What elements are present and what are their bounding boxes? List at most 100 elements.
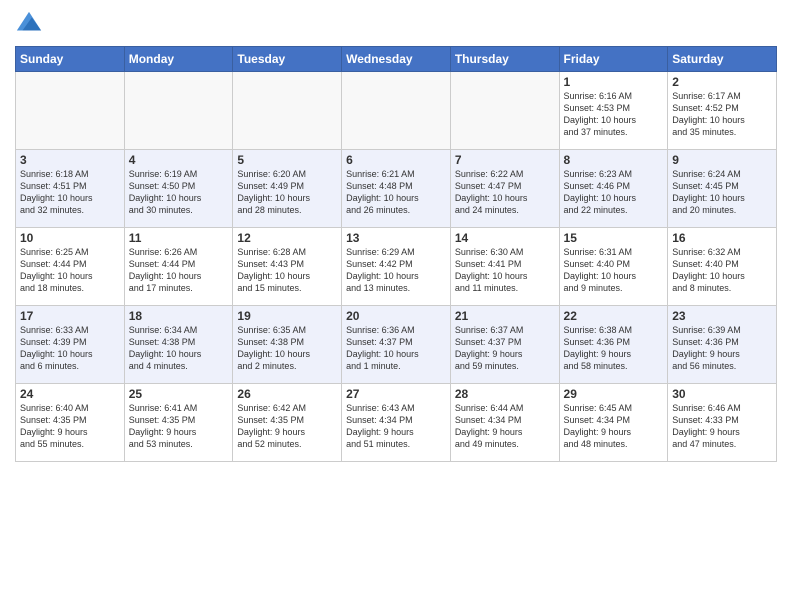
day-info: Sunrise: 6:29 AM Sunset: 4:42 PM Dayligh… (346, 246, 446, 295)
day-info: Sunrise: 6:21 AM Sunset: 4:48 PM Dayligh… (346, 168, 446, 217)
day-number: 15 (564, 231, 664, 245)
calendar-day-cell: 2Sunrise: 6:17 AM Sunset: 4:52 PM Daylig… (668, 72, 777, 150)
calendar-day-cell: 20Sunrise: 6:36 AM Sunset: 4:37 PM Dayli… (342, 306, 451, 384)
calendar-week-row: 24Sunrise: 6:40 AM Sunset: 4:35 PM Dayli… (16, 384, 777, 462)
calendar-day-cell (450, 72, 559, 150)
day-info: Sunrise: 6:46 AM Sunset: 4:33 PM Dayligh… (672, 402, 772, 451)
day-info: Sunrise: 6:16 AM Sunset: 4:53 PM Dayligh… (564, 90, 664, 139)
day-number: 17 (20, 309, 120, 323)
day-info: Sunrise: 6:38 AM Sunset: 4:36 PM Dayligh… (564, 324, 664, 373)
day-number: 30 (672, 387, 772, 401)
day-info: Sunrise: 6:45 AM Sunset: 4:34 PM Dayligh… (564, 402, 664, 451)
calendar-day-cell: 25Sunrise: 6:41 AM Sunset: 4:35 PM Dayli… (124, 384, 233, 462)
calendar-day-cell: 27Sunrise: 6:43 AM Sunset: 4:34 PM Dayli… (342, 384, 451, 462)
calendar-day-cell: 6Sunrise: 6:21 AM Sunset: 4:48 PM Daylig… (342, 150, 451, 228)
day-info: Sunrise: 6:41 AM Sunset: 4:35 PM Dayligh… (129, 402, 229, 451)
day-number: 2 (672, 75, 772, 89)
day-number: 3 (20, 153, 120, 167)
calendar-week-row: 3Sunrise: 6:18 AM Sunset: 4:51 PM Daylig… (16, 150, 777, 228)
day-number: 16 (672, 231, 772, 245)
day-info: Sunrise: 6:30 AM Sunset: 4:41 PM Dayligh… (455, 246, 555, 295)
day-number: 24 (20, 387, 120, 401)
day-info: Sunrise: 6:19 AM Sunset: 4:50 PM Dayligh… (129, 168, 229, 217)
calendar-day-cell: 3Sunrise: 6:18 AM Sunset: 4:51 PM Daylig… (16, 150, 125, 228)
calendar-day-cell: 16Sunrise: 6:32 AM Sunset: 4:40 PM Dayli… (668, 228, 777, 306)
day-info: Sunrise: 6:40 AM Sunset: 4:35 PM Dayligh… (20, 402, 120, 451)
calendar-day-cell: 11Sunrise: 6:26 AM Sunset: 4:44 PM Dayli… (124, 228, 233, 306)
calendar-day-cell: 30Sunrise: 6:46 AM Sunset: 4:33 PM Dayli… (668, 384, 777, 462)
day-info: Sunrise: 6:35 AM Sunset: 4:38 PM Dayligh… (237, 324, 337, 373)
calendar-day-cell: 17Sunrise: 6:33 AM Sunset: 4:39 PM Dayli… (16, 306, 125, 384)
calendar-day-cell: 23Sunrise: 6:39 AM Sunset: 4:36 PM Dayli… (668, 306, 777, 384)
header (15, 10, 777, 38)
calendar-col-header: Thursday (450, 47, 559, 72)
day-number: 18 (129, 309, 229, 323)
calendar-col-header: Saturday (668, 47, 777, 72)
day-info: Sunrise: 6:20 AM Sunset: 4:49 PM Dayligh… (237, 168, 337, 217)
calendar-week-row: 10Sunrise: 6:25 AM Sunset: 4:44 PM Dayli… (16, 228, 777, 306)
calendar-week-row: 1Sunrise: 6:16 AM Sunset: 4:53 PM Daylig… (16, 72, 777, 150)
day-info: Sunrise: 6:24 AM Sunset: 4:45 PM Dayligh… (672, 168, 772, 217)
day-number: 1 (564, 75, 664, 89)
calendar-day-cell: 29Sunrise: 6:45 AM Sunset: 4:34 PM Dayli… (559, 384, 668, 462)
calendar-day-cell: 24Sunrise: 6:40 AM Sunset: 4:35 PM Dayli… (16, 384, 125, 462)
day-info: Sunrise: 6:33 AM Sunset: 4:39 PM Dayligh… (20, 324, 120, 373)
calendar-day-cell: 9Sunrise: 6:24 AM Sunset: 4:45 PM Daylig… (668, 150, 777, 228)
calendar-day-cell (16, 72, 125, 150)
calendar-day-cell: 4Sunrise: 6:19 AM Sunset: 4:50 PM Daylig… (124, 150, 233, 228)
calendar-day-cell: 22Sunrise: 6:38 AM Sunset: 4:36 PM Dayli… (559, 306, 668, 384)
day-number: 8 (564, 153, 664, 167)
calendar-day-cell (342, 72, 451, 150)
calendar-col-header: Tuesday (233, 47, 342, 72)
day-info: Sunrise: 6:31 AM Sunset: 4:40 PM Dayligh… (564, 246, 664, 295)
day-number: 19 (237, 309, 337, 323)
day-number: 23 (672, 309, 772, 323)
day-number: 26 (237, 387, 337, 401)
calendar-col-header: Friday (559, 47, 668, 72)
calendar-col-header: Sunday (16, 47, 125, 72)
day-number: 6 (346, 153, 446, 167)
day-info: Sunrise: 6:17 AM Sunset: 4:52 PM Dayligh… (672, 90, 772, 139)
day-info: Sunrise: 6:39 AM Sunset: 4:36 PM Dayligh… (672, 324, 772, 373)
calendar: SundayMondayTuesdayWednesdayThursdayFrid… (15, 46, 777, 462)
day-number: 22 (564, 309, 664, 323)
day-info: Sunrise: 6:36 AM Sunset: 4:37 PM Dayligh… (346, 324, 446, 373)
calendar-day-cell: 12Sunrise: 6:28 AM Sunset: 4:43 PM Dayli… (233, 228, 342, 306)
calendar-day-cell: 15Sunrise: 6:31 AM Sunset: 4:40 PM Dayli… (559, 228, 668, 306)
calendar-day-cell: 8Sunrise: 6:23 AM Sunset: 4:46 PM Daylig… (559, 150, 668, 228)
day-number: 25 (129, 387, 229, 401)
day-number: 29 (564, 387, 664, 401)
day-number: 10 (20, 231, 120, 245)
logo (15, 10, 47, 38)
calendar-col-header: Monday (124, 47, 233, 72)
day-info: Sunrise: 6:34 AM Sunset: 4:38 PM Dayligh… (129, 324, 229, 373)
calendar-day-cell: 21Sunrise: 6:37 AM Sunset: 4:37 PM Dayli… (450, 306, 559, 384)
day-info: Sunrise: 6:28 AM Sunset: 4:43 PM Dayligh… (237, 246, 337, 295)
calendar-week-row: 17Sunrise: 6:33 AM Sunset: 4:39 PM Dayli… (16, 306, 777, 384)
day-number: 12 (237, 231, 337, 245)
day-number: 13 (346, 231, 446, 245)
day-info: Sunrise: 6:18 AM Sunset: 4:51 PM Dayligh… (20, 168, 120, 217)
calendar-day-cell: 10Sunrise: 6:25 AM Sunset: 4:44 PM Dayli… (16, 228, 125, 306)
day-number: 9 (672, 153, 772, 167)
day-number: 14 (455, 231, 555, 245)
day-number: 28 (455, 387, 555, 401)
calendar-day-cell: 5Sunrise: 6:20 AM Sunset: 4:49 PM Daylig… (233, 150, 342, 228)
day-info: Sunrise: 6:22 AM Sunset: 4:47 PM Dayligh… (455, 168, 555, 217)
page: SundayMondayTuesdayWednesdayThursdayFrid… (0, 0, 792, 612)
calendar-day-cell: 26Sunrise: 6:42 AM Sunset: 4:35 PM Dayli… (233, 384, 342, 462)
day-info: Sunrise: 6:26 AM Sunset: 4:44 PM Dayligh… (129, 246, 229, 295)
day-number: 11 (129, 231, 229, 245)
calendar-day-cell: 13Sunrise: 6:29 AM Sunset: 4:42 PM Dayli… (342, 228, 451, 306)
logo-icon (15, 10, 43, 38)
day-number: 5 (237, 153, 337, 167)
calendar-day-cell: 1Sunrise: 6:16 AM Sunset: 4:53 PM Daylig… (559, 72, 668, 150)
day-number: 27 (346, 387, 446, 401)
calendar-day-cell: 14Sunrise: 6:30 AM Sunset: 4:41 PM Dayli… (450, 228, 559, 306)
day-info: Sunrise: 6:23 AM Sunset: 4:46 PM Dayligh… (564, 168, 664, 217)
day-info: Sunrise: 6:37 AM Sunset: 4:37 PM Dayligh… (455, 324, 555, 373)
calendar-col-header: Wednesday (342, 47, 451, 72)
day-info: Sunrise: 6:25 AM Sunset: 4:44 PM Dayligh… (20, 246, 120, 295)
calendar-day-cell: 28Sunrise: 6:44 AM Sunset: 4:34 PM Dayli… (450, 384, 559, 462)
day-number: 21 (455, 309, 555, 323)
